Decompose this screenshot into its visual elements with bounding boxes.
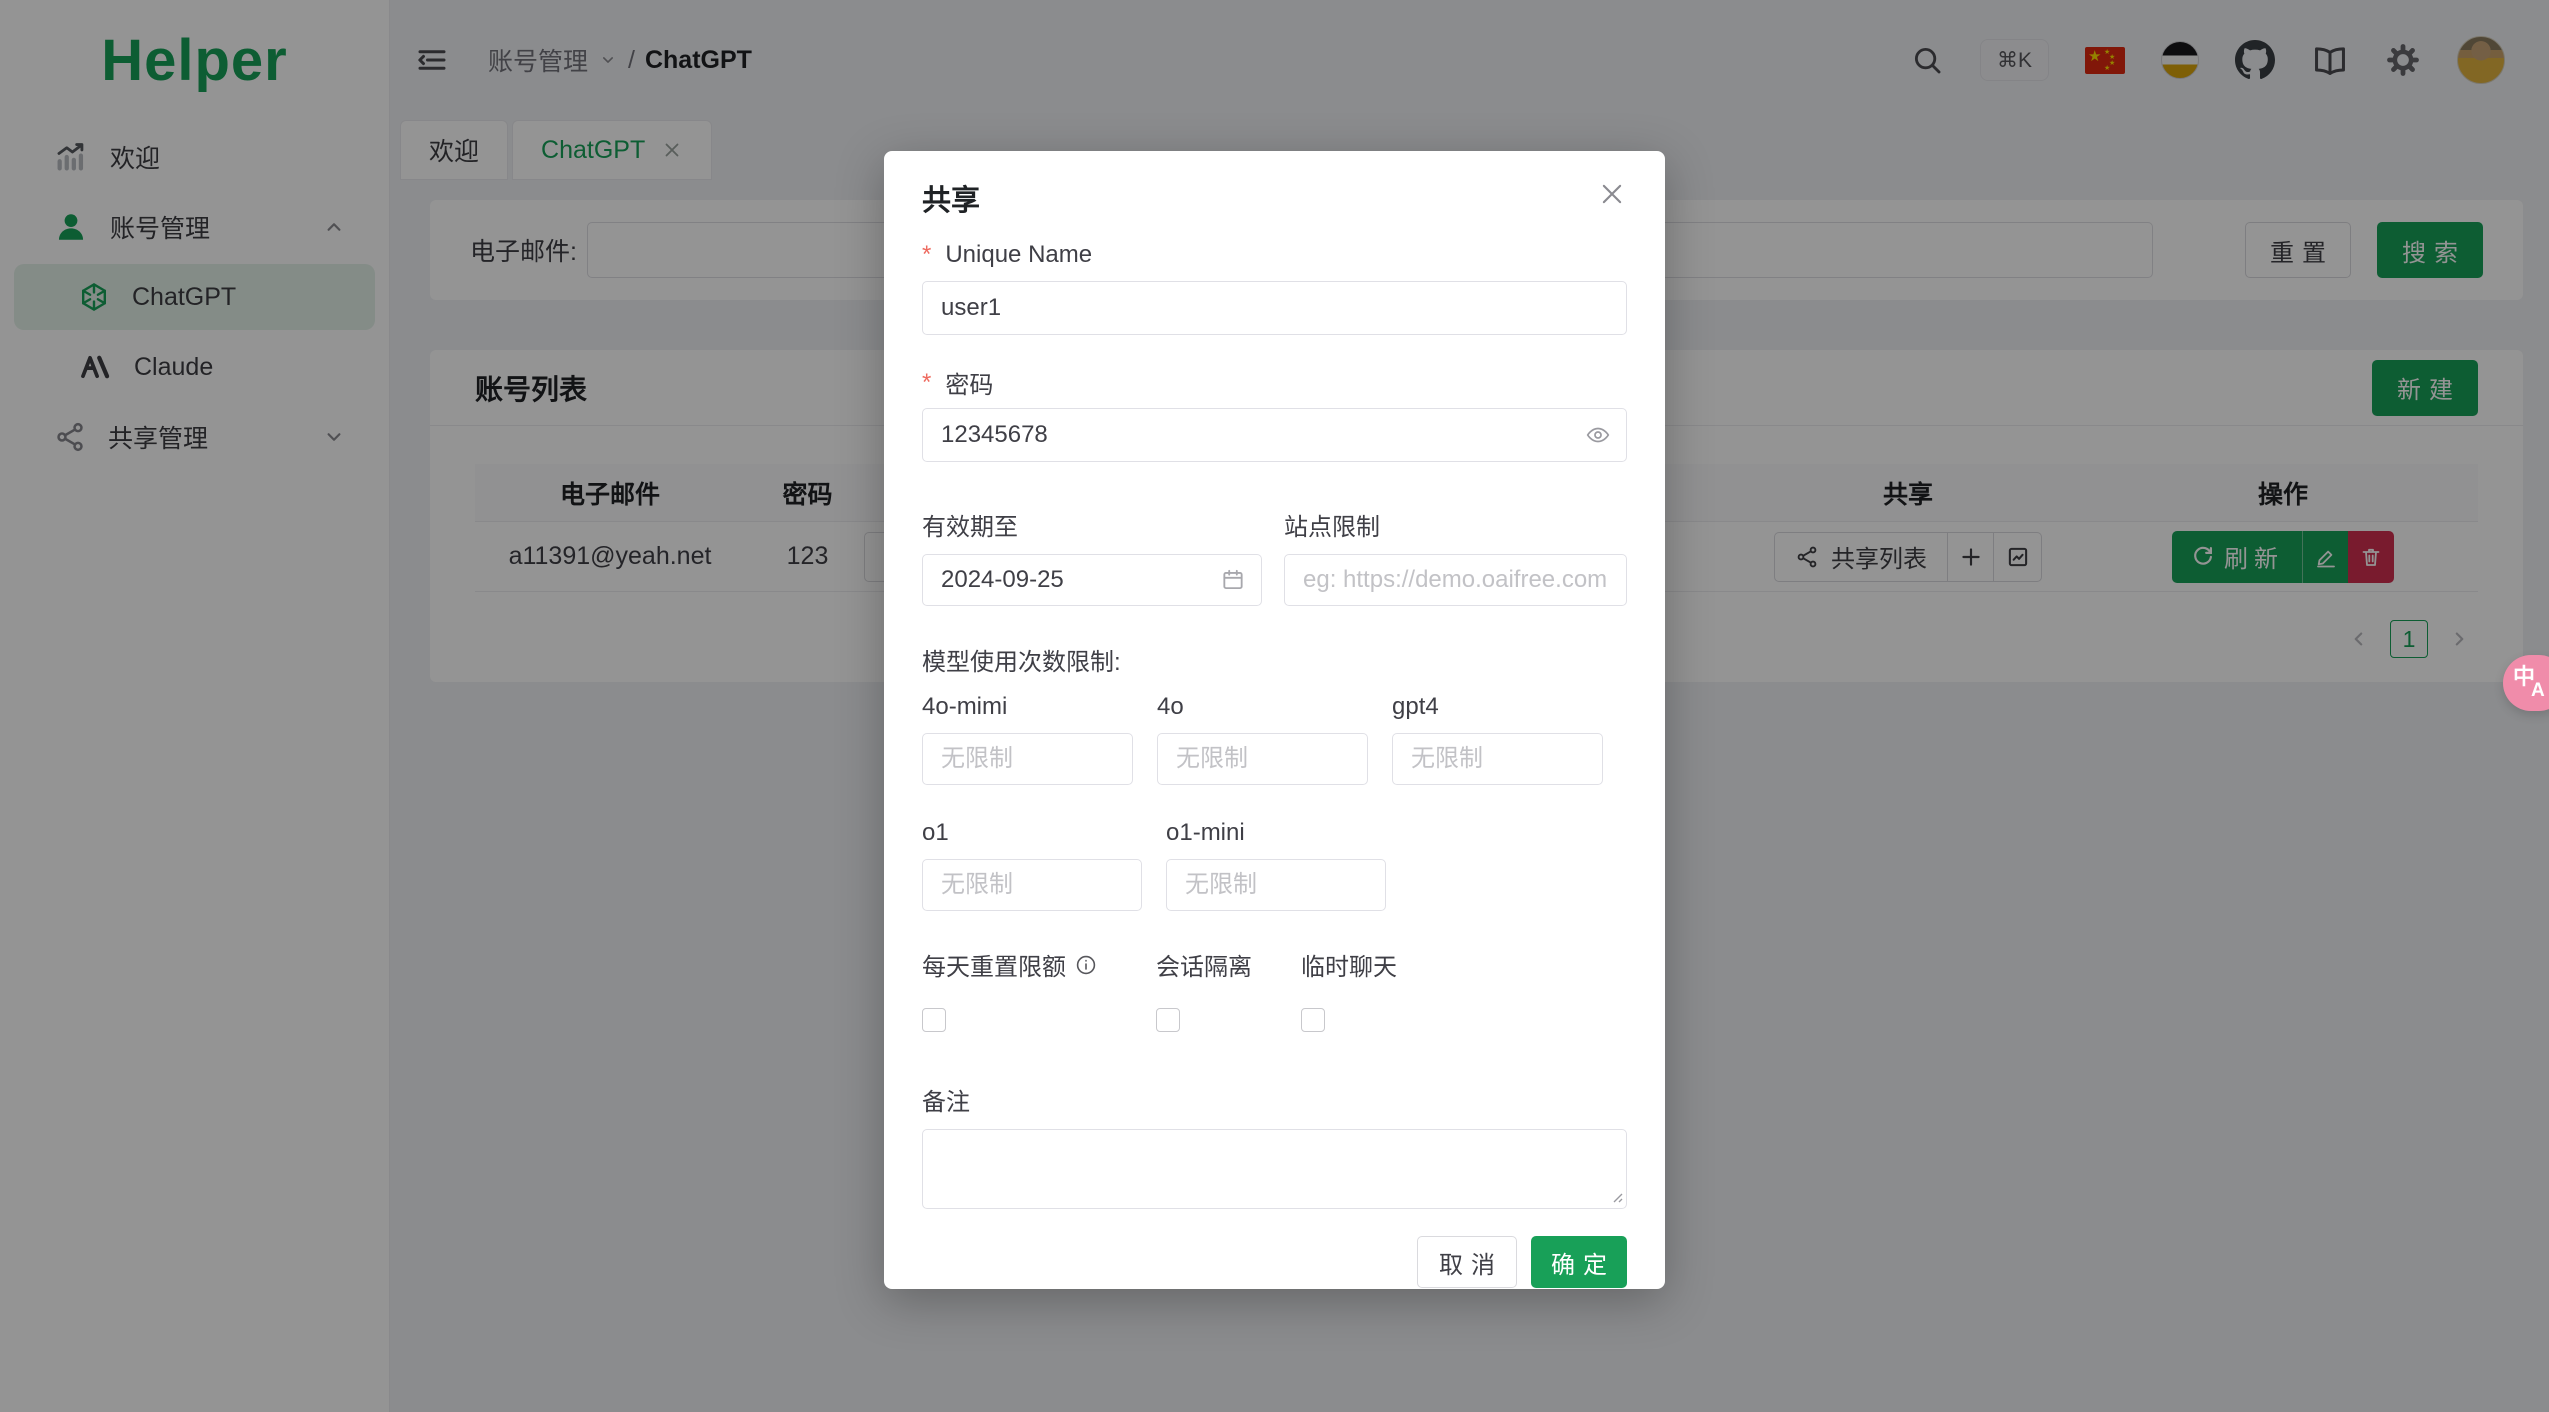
resize-grip[interactable] [1609,1189,1623,1208]
temporary-chat-checkbox[interactable] [1301,1008,1325,1032]
site-limit-input[interactable] [1284,554,1627,606]
session-isolation-label: 会话隔离 [1156,954,1252,981]
model-o1-mini-input[interactable] [1166,859,1386,911]
eye-icon[interactable] [1585,422,1611,448]
model-o1-label: o1 [922,819,949,846]
modal-footer: 取消 确定 [922,1236,1627,1288]
modal-title: 共享 [922,185,981,217]
calendar-icon [1220,567,1246,593]
confirm-button[interactable]: 确定 [1531,1236,1627,1288]
valid-until-label: 有效期至 [922,514,1018,541]
unique-name-label: Unique Name [922,241,1627,269]
cancel-button[interactable]: 取消 [1417,1236,1517,1288]
remark-label: 备注 [922,1089,970,1116]
info-icon[interactable] [1074,953,1098,977]
model-gpt4-label: gpt4 [1392,693,1439,720]
model-4o-label: 4o [1157,693,1184,720]
model-4o-mimi-label: 4o-mimi [922,693,1008,720]
model-o1-input[interactable] [922,859,1142,911]
model-gpt4-input[interactable] [1392,733,1603,785]
model-4o-input[interactable] [1157,733,1368,785]
share-modal: 共享 Unique Name 密码 有效期至 [884,151,1665,1289]
model-o1-mini-label: o1-mini [1166,819,1245,846]
remark-textarea[interactable] [922,1129,1627,1209]
password-label: 密码 [922,365,1627,400]
app-root: Helper 欢迎 账号管理 ChatGPT Claude 共享管理 账号管理 … [0,0,2549,1412]
model-4o-mimi-input[interactable] [922,733,1133,785]
daily-reset-text: 每天重置限额 [922,954,1066,981]
valid-until-input[interactable] [922,554,1262,606]
session-isolation-checkbox[interactable] [1156,1008,1180,1032]
translate-en-glyph: A [2531,680,2545,701]
model-limits-label: 模型使用次数限制: [922,649,1121,676]
daily-reset-label: 每天重置限额 [922,947,1156,982]
daily-reset-checkbox[interactable] [922,1008,946,1032]
unique-name-input[interactable] [922,281,1627,335]
modal-header: 共享 [922,177,1627,227]
password-input[interactable] [922,408,1627,462]
site-limit-label: 站点限制 [1284,514,1380,541]
close-icon[interactable] [1597,179,1627,214]
temporary-chat-label: 临时聊天 [1301,954,1397,981]
